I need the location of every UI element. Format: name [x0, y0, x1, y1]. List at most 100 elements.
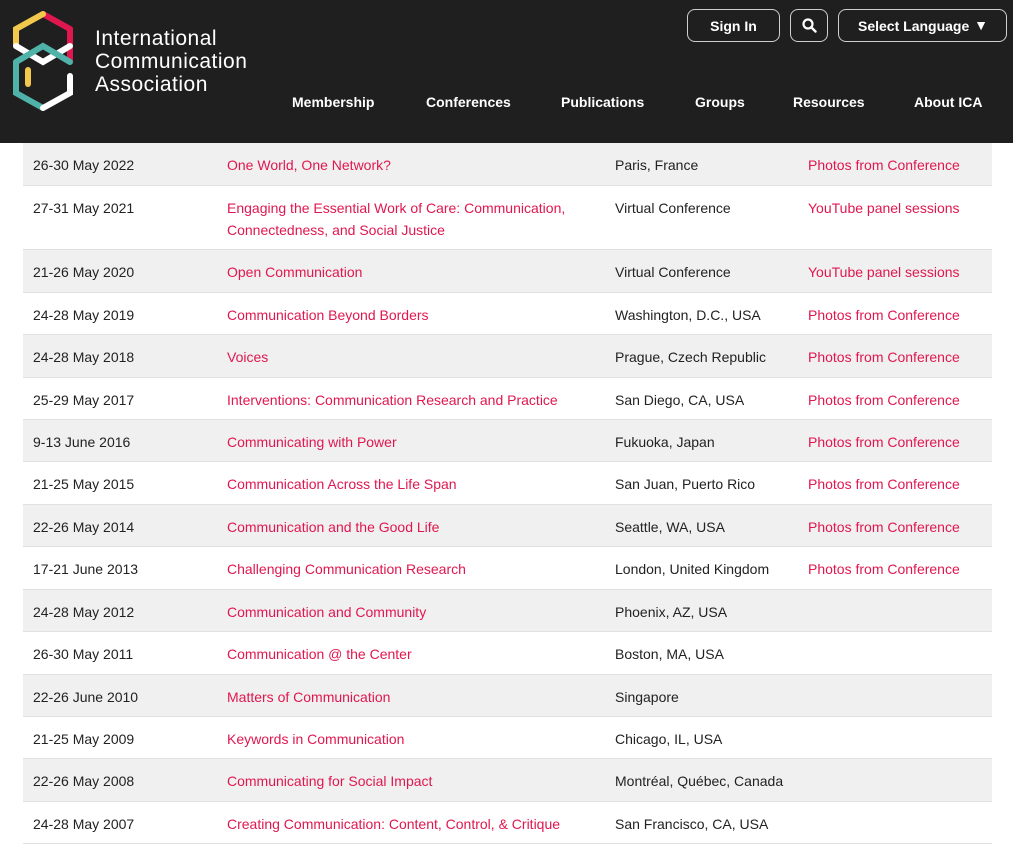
nav-item-publications[interactable]: Publications	[561, 94, 644, 110]
conference-date: 25-29 May 2017	[23, 377, 223, 420]
conference-media-link[interactable]: Photos from Conference	[808, 349, 960, 365]
conference-theme-link[interactable]: Challenging Communication Research	[227, 561, 466, 577]
table-row: 17-21 June 2013 Challenging Communication…	[23, 546, 992, 590]
table-row: 24-28 May 2018 Voices Prague, Czech Republ…	[23, 334, 992, 378]
conference-theme-link[interactable]: Matters of Communication	[227, 689, 390, 705]
conference-theme-cell: Communication Beyond Borders	[223, 292, 615, 335]
conference-location: Paris, France	[615, 143, 808, 186]
conference-media-link[interactable]: YouTube panel sessions	[808, 200, 960, 216]
table-row: 21-25 May 2009 Keywords in Communication C…	[23, 716, 992, 759]
conference-theme-cell: Communicating with Power	[223, 419, 615, 462]
language-select[interactable]: Select Language ▼	[838, 9, 1007, 42]
nav-item-membership[interactable]: Membership	[292, 94, 374, 110]
nav-item-about-ica[interactable]: About ICA	[914, 94, 982, 110]
conference-theme-link[interactable]: Communication and the Good Life	[227, 519, 439, 535]
conference-date: 24-28 May 2007	[23, 801, 223, 844]
table-row: 21-26 May 2020 Open Communication Virtual …	[23, 249, 992, 293]
table-row: 26-30 May 2022 One World, One Network? Par…	[23, 143, 992, 186]
nav-item-groups[interactable]: Groups	[695, 94, 745, 110]
conference-location: London, United Kingdom	[615, 546, 808, 590]
conference-date: 22-26 May 2008	[23, 758, 223, 802]
search-button[interactable]	[790, 9, 828, 42]
table-row: 9-13 June 2016 Communicating with Power Fu…	[23, 419, 992, 462]
conference-theme-cell: Interventions: Communication Research an…	[223, 377, 615, 420]
conference-media-link[interactable]: Photos from Conference	[808, 476, 960, 492]
past-conferences-table: 26-30 May 2022 One World, One Network? Par…	[23, 143, 992, 844]
conference-theme-link[interactable]: Communication and Community	[227, 604, 426, 620]
conference-theme-link[interactable]: Communication Across the Life Span	[227, 476, 457, 492]
conference-date: 26-30 May 2011	[23, 631, 223, 675]
conference-theme-link[interactable]: Communicating for Social Impact	[227, 773, 432, 789]
conference-date: 27-31 May 2021	[23, 185, 223, 250]
conference-theme-link[interactable]: Voices	[227, 349, 268, 365]
nav-item-conferences[interactable]: Conferences	[426, 94, 511, 110]
conference-media-link[interactable]: Photos from Conference	[808, 307, 960, 323]
conference-date: 22-26 May 2014	[23, 504, 223, 547]
conference-media-cell: Photos from Conference	[808, 377, 992, 420]
conference-theme-cell: Communication Across the Life Span	[223, 461, 615, 505]
conferences-table-body: 26-30 May 2022 One World, One Network? Par…	[23, 143, 992, 844]
conference-location: Montréal, Québec, Canada	[615, 758, 808, 802]
conference-media-link[interactable]: YouTube panel sessions	[808, 264, 960, 280]
conference-theme-cell: One World, One Network?	[223, 143, 615, 186]
conference-theme-cell: Creating Communication: Content, Control…	[223, 801, 615, 844]
conference-date: 24-28 May 2018	[23, 334, 223, 378]
table-row: 25-29 May 2017 Interventions: Communicati…	[23, 377, 992, 420]
table-row: 26-30 May 2011 Communication @ the Center…	[23, 631, 992, 675]
conference-theme-cell: Communication @ the Center	[223, 631, 615, 675]
conference-theme-link[interactable]: Creating Communication: Content, Control…	[227, 816, 560, 832]
conference-theme-link[interactable]: Open Communication	[227, 264, 362, 280]
conference-media-cell	[808, 589, 992, 632]
conference-theme-cell: Engaging the Essential Work of Care: Com…	[223, 185, 615, 250]
conference-theme-link[interactable]: Keywords in Communication	[227, 731, 404, 747]
conference-location: Washington, D.C., USA	[615, 292, 808, 335]
sign-in-label: Sign In	[710, 17, 757, 34]
conference-theme-link[interactable]: Communicating with Power	[227, 434, 397, 450]
conference-theme-link[interactable]: Communication Beyond Borders	[227, 307, 429, 323]
conference-location: Virtual Conference	[615, 249, 808, 293]
table-row: 22-26 May 2014 Communication and the Good…	[23, 504, 992, 547]
conference-media-cell	[808, 801, 992, 844]
conference-date: 22-26 June 2010	[23, 674, 223, 717]
conference-theme-cell: Matters of Communication	[223, 674, 615, 717]
conference-date: 21-25 May 2015	[23, 461, 223, 505]
conference-date: 24-28 May 2019	[23, 292, 223, 335]
conference-media-cell: Photos from Conference	[808, 461, 992, 505]
conference-media-link[interactable]: Photos from Conference	[808, 392, 960, 408]
conference-media-link[interactable]: Photos from Conference	[808, 434, 960, 450]
conference-media-cell: Photos from Conference	[808, 546, 992, 590]
search-icon	[801, 18, 817, 33]
conference-media-cell	[808, 716, 992, 759]
conference-date: 17-21 June 2013	[23, 546, 223, 590]
conference-theme-cell: Communication and the Good Life	[223, 504, 615, 547]
conference-theme-link[interactable]: Communication @ the Center	[227, 646, 412, 662]
conference-media-cell	[808, 631, 992, 675]
table-row: 24-28 May 2007 Creating Communication: Co…	[23, 801, 992, 844]
logo-line-2: Communication	[95, 50, 248, 73]
conference-date: 9-13 June 2016	[23, 419, 223, 462]
conference-location: Boston, MA, USA	[615, 631, 808, 675]
conference-date: 24-28 May 2012	[23, 589, 223, 632]
sign-in-button[interactable]: Sign In	[687, 9, 780, 42]
conference-theme-cell: Challenging Communication Research	[223, 546, 615, 590]
conference-theme-link[interactable]: Interventions: Communication Research an…	[227, 392, 558, 408]
conference-theme-link[interactable]: Engaging the Essential Work of Care: Com…	[227, 200, 565, 238]
logo-wordmark[interactable]: International Communication Association	[95, 27, 247, 96]
conference-location: San Francisco, CA, USA	[615, 801, 808, 844]
conference-media-cell: Photos from Conference	[808, 292, 992, 335]
conference-media-link[interactable]: Photos from Conference	[808, 157, 960, 173]
table-row: 22-26 June 2010 Matters of Communication S…	[23, 674, 992, 717]
conference-media-cell	[808, 674, 992, 717]
conference-location: San Diego, CA, USA	[615, 377, 808, 420]
nav-item-resources[interactable]: Resources	[793, 94, 865, 110]
conference-location: Seattle, WA, USA	[615, 504, 808, 547]
table-row: 21-25 May 2015 Communication Across the L…	[23, 461, 992, 505]
conference-location: Virtual Conference	[615, 185, 808, 250]
conference-media-link[interactable]: Photos from Conference	[808, 519, 960, 535]
conference-location: San Juan, Puerto Rico	[615, 461, 808, 505]
conference-theme-link[interactable]: One World, One Network?	[227, 157, 391, 173]
conference-date: 21-26 May 2020	[23, 249, 223, 293]
logo-line-1: International	[95, 27, 218, 50]
conference-media-link[interactable]: Photos from Conference	[808, 561, 960, 577]
conference-theme-cell: Communicating for Social Impact	[223, 758, 615, 802]
